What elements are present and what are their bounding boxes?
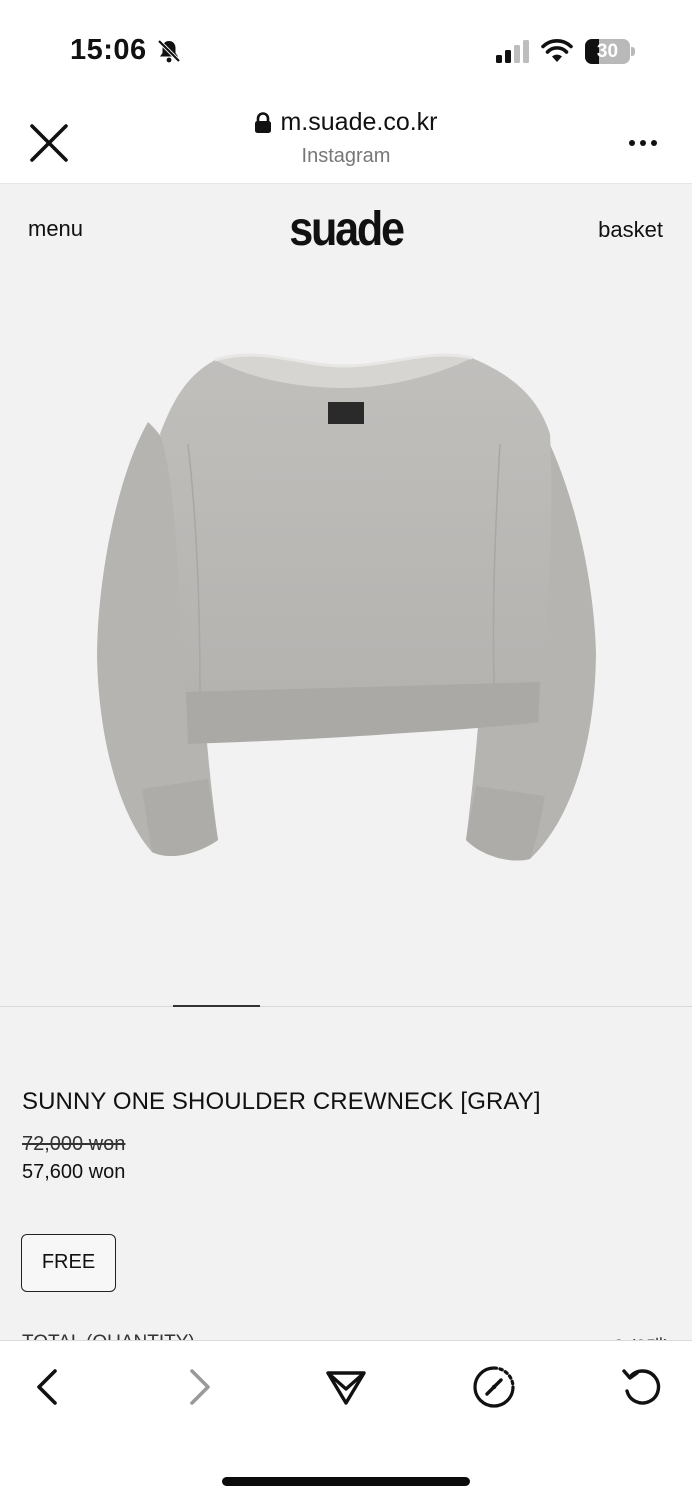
compass-icon[interactable]	[472, 1365, 516, 1409]
browser-toolbar	[0, 1340, 692, 1500]
status-time: 15:06	[70, 34, 147, 66]
more-options-icon[interactable]	[628, 138, 658, 148]
reload-icon[interactable]	[620, 1365, 664, 1409]
lock-icon	[255, 111, 272, 133]
basket-link[interactable]: basket	[598, 217, 663, 243]
size-option-button[interactable]: FREE	[21, 1234, 116, 1292]
neck-label	[328, 402, 364, 424]
battery-level: 30	[596, 41, 619, 62]
forward-icon[interactable]	[176, 1365, 220, 1409]
url-text: m.suade.co.kr	[280, 108, 438, 136]
product-image[interactable]	[0, 274, 692, 1004]
back-icon[interactable]	[27, 1365, 71, 1409]
status-bar: 15:06 30	[0, 0, 692, 100]
total-value: 0 (0개)	[613, 1332, 670, 1340]
in-app-browser-bar: m.suade.co.kr Instagram	[0, 100, 692, 184]
home-indicator[interactable]	[222, 1477, 470, 1486]
product-title: SUNNY ONE SHOULDER CREWNECK [GRAY]	[22, 1088, 541, 1115]
sale-price: 57,600 won	[22, 1161, 126, 1183]
source-app-label: Instagram	[301, 144, 391, 167]
web-content: menu suade basket SUNNY ONE SHOULDER CRE	[0, 184, 692, 1340]
url-area[interactable]: m.suade.co.kr Instagram	[0, 108, 692, 168]
battery-indicator: 30	[585, 39, 635, 64]
site-header: menu suade basket	[0, 184, 692, 274]
battery-body: 30	[585, 39, 630, 64]
image-divider	[0, 1006, 692, 1007]
site-logo[interactable]: suade	[35, 202, 658, 257]
total-label: TOTAL (QUANTITY)	[22, 1332, 195, 1340]
slide-indicator-active[interactable]	[173, 1005, 260, 1007]
wifi-icon	[541, 39, 573, 62]
total-row: TOTAL (QUANTITY) 0 (0개)	[0, 1332, 692, 1340]
bell-off-icon	[157, 39, 181, 63]
signal-icon	[496, 40, 529, 63]
battery-cap	[631, 47, 635, 56]
original-price: 72,000 won	[22, 1133, 126, 1155]
share-icon[interactable]	[324, 1365, 368, 1409]
